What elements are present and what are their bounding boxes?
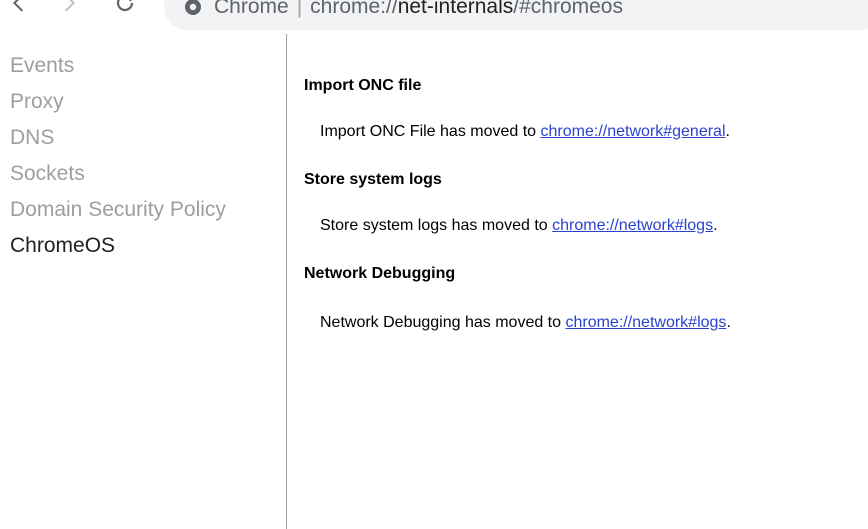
site-label: Chrome [214,0,289,18]
url-path: /#chromeos [513,0,623,18]
section-body-network-debugging: Network Debugging has moved to chrome://… [320,314,731,332]
network-logs-link[interactable]: chrome://network#logs [565,314,726,331]
address-bar[interactable]: Chrome | chrome://net-internals/#chromeo… [164,0,868,30]
section-suffix: . [726,314,731,331]
sidebar-nav: Events Proxy DNS Sockets Domain Security… [0,34,287,529]
omnibox-separator: | [296,0,303,18]
forward-button[interactable] [54,0,84,18]
back-button[interactable] [4,0,34,18]
section-suffix: . [725,123,730,140]
sidebar-item-events[interactable]: Events [0,48,286,84]
sidebar-item-sockets[interactable]: Sockets [0,156,286,192]
sidebar-item-proxy[interactable]: Proxy [0,84,286,120]
sidebar-item-chromeos[interactable]: ChromeOS [0,228,286,264]
browser-toolbar: Chrome | chrome://net-internals/#chromeo… [0,0,868,34]
arrow-forward-icon [65,0,76,12]
reload-icon [116,0,134,12]
sidebar-item-domain-security-policy[interactable]: Domain Security Policy [0,192,286,228]
url-scheme: chrome:// [310,0,398,18]
section-title-network-debugging: Network Debugging [304,265,456,282]
section-suffix: . [713,217,718,234]
sidebar-item-dns[interactable]: DNS [0,120,286,156]
chrome-site-icon [184,0,202,16]
network-logs-link[interactable]: chrome://network#logs [552,217,713,234]
section-text: Store system logs has moved to [320,217,553,234]
url-host: net-internals [397,0,514,18]
network-general-link[interactable]: chrome://network#general [541,123,726,140]
reload-button[interactable] [110,0,140,18]
section-title-import-onc: Import ONC file [304,77,422,94]
section-body-store-logs: Store system logs has moved to chrome://… [320,217,718,235]
section-title-store-logs: Store system logs [304,171,442,188]
section-text: Import ONC File has moved to [320,123,541,140]
section-body-import-onc: Import ONC File has moved to chrome://ne… [320,123,730,141]
arrow-back-icon [12,0,23,12]
section-text: Network Debugging has moved to [320,314,566,331]
